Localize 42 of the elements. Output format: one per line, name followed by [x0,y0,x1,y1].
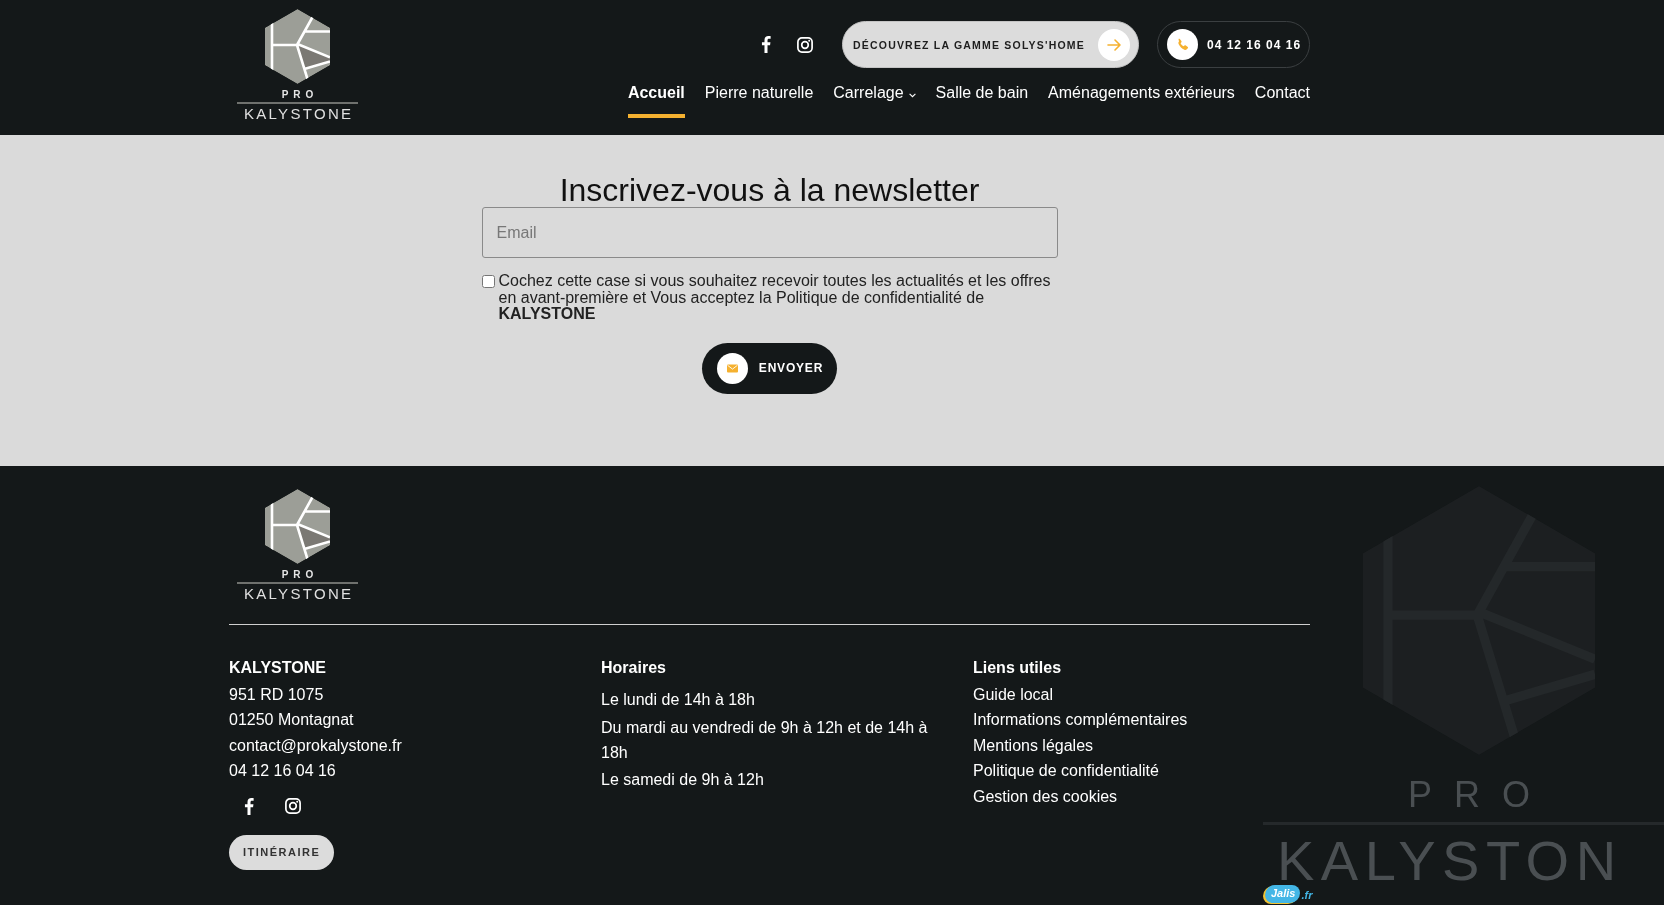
newsletter-title: Inscrivez-vous à la newsletter [559,175,980,206]
hours-text: Du mardi au vendredi de 9h à 12h et de 14h à 18h [601,717,929,763]
footer-link[interactable]: Informations complémentaires [973,707,1188,733]
nav-link[interactable]: Accueil [627,83,685,118]
footer-link[interactable]: Politique de confidentialité [973,758,1159,784]
column-heading: Liens utiles [973,657,1062,678]
envelope-icon [716,352,748,384]
facebook-icon[interactable] [761,36,771,53]
logo-text: PRO [280,570,319,580]
hexagon-logo-icon [265,9,330,84]
column-heading: Horaires [601,657,666,678]
send-button[interactable]: ENVOYER [701,342,838,394]
contact-text: 951 RD 1075 [229,684,324,705]
phone-icon [1167,29,1198,60]
contact-text: contact@prokalystone.fr [229,735,402,756]
instagram-icon[interactable] [285,798,301,814]
nav-link[interactable]: Pierre naturelle [704,83,814,118]
logo-text: KALYSTONE [242,105,354,121]
hexagon-logo-icon [265,489,330,564]
nav-link[interactable]: Contact [1254,83,1310,118]
logo-text: KALYSTONE [242,585,354,601]
cta-button[interactable]: DÉCOUVREZ LA GAMME SOLYS'HOME [842,21,1139,68]
nav-link[interactable]: Salle de bain [935,83,1029,118]
consent-text: Cochez cette case si vous souhaitez recevoir toutes les actualités et les offres en avant-première et Vous acceptez la Politique de confidentialité de KALYSTONE [498,273,1052,323]
footer-link[interactable]: Guide local [973,681,1054,707]
facebook-icon[interactable] [244,797,254,815]
contact-text: 01250 Montagnat [229,710,354,730]
logo-text: PRO [280,90,319,100]
footer-link[interactable]: Mentions légales [973,732,1094,758]
nav-link[interactable]: Carrelage [833,83,916,118]
consent-checkbox[interactable] [481,275,495,288]
contact-text: 04 12 16 04 16 [229,761,336,781]
hours-text: Le lundi de 14h à 18h [601,690,755,710]
nav-link[interactable]: Aménagements extérieurs [1048,83,1235,118]
instagram-icon[interactable] [797,36,813,53]
footer-link[interactable]: Gestion des cookies [973,783,1118,809]
background-logo-text: PRO [1408,780,1552,810]
hours-text: Le samedi de 9h à 12h [601,770,764,790]
email-input[interactable]: Email [481,207,1058,258]
column-heading: KALYSTONE [229,657,326,678]
background-logo-text: KALYSTON [1277,841,1623,881]
route-button[interactable]: ITINÉRAIRE [229,834,335,870]
